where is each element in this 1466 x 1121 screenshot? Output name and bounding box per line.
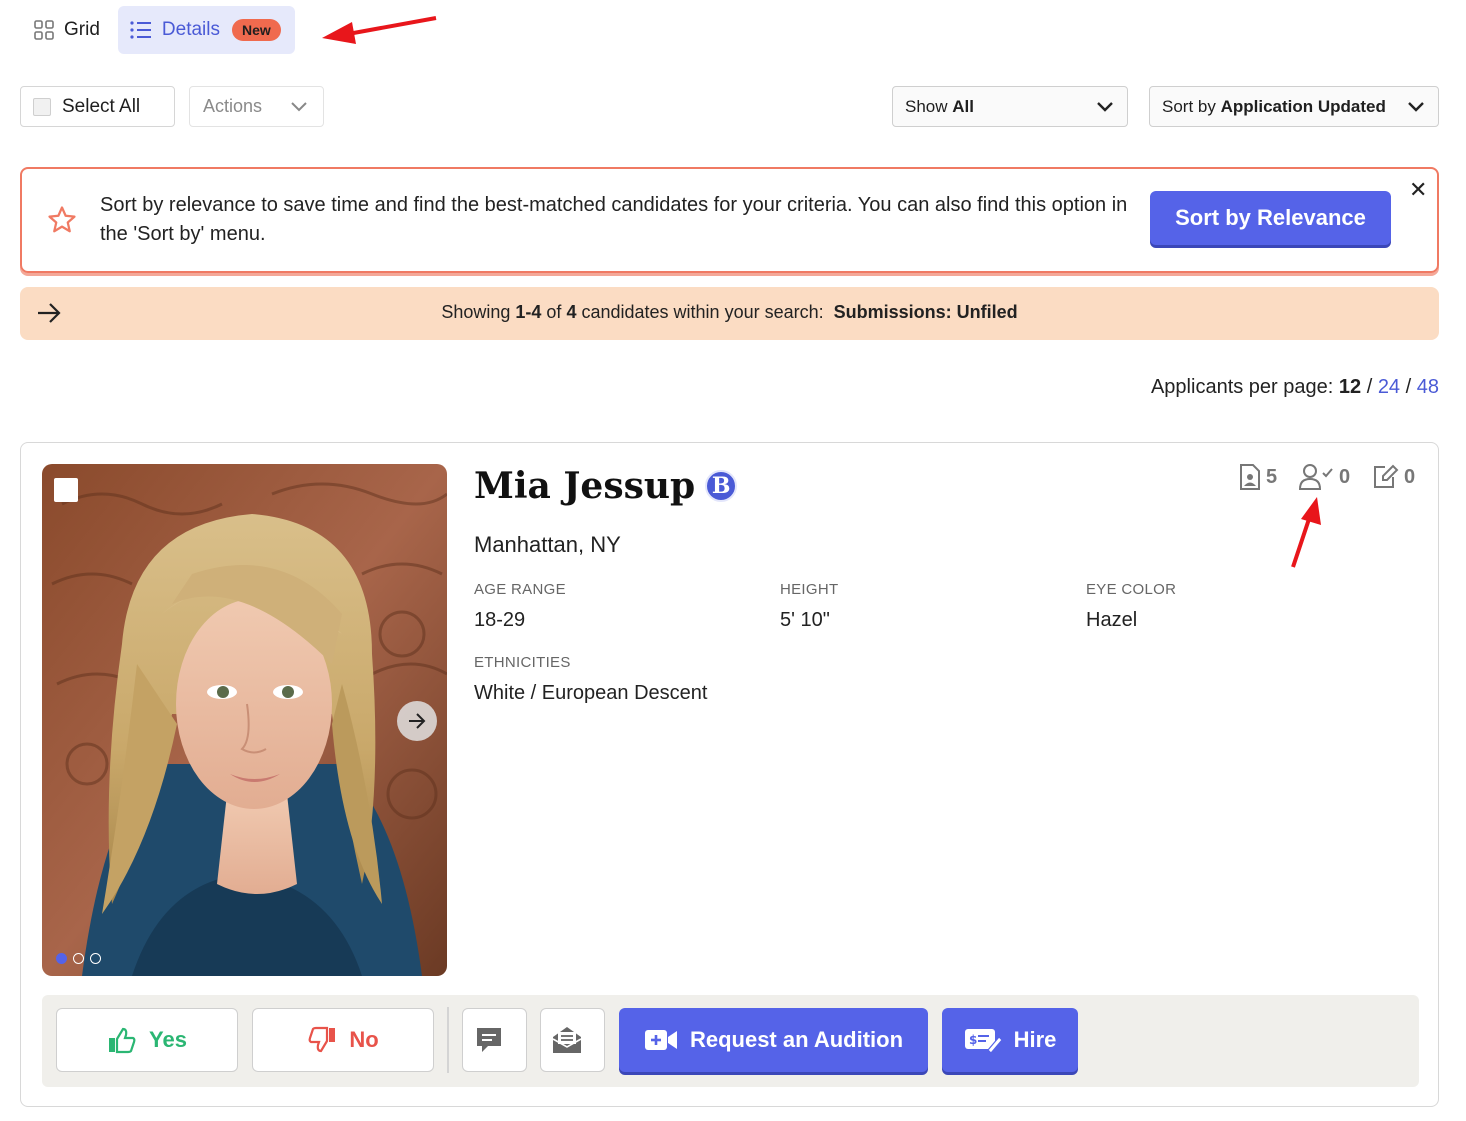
- reviewed-count-stat[interactable]: 0: [1298, 463, 1350, 491]
- candidate-name-row: Mia Jessup B: [474, 465, 738, 507]
- arrow-right-icon: [409, 713, 426, 729]
- photo-pagination: [56, 953, 101, 964]
- candidate-card: Mia Jessup B Manhattan, NY AGE RANGE 18-…: [20, 442, 1439, 1107]
- age-range-value: 18-29: [474, 609, 526, 631]
- eye-color-value: Hazel: [1086, 609, 1138, 631]
- relevance-message: Sort by relevance to save time and find …: [100, 194, 1128, 245]
- select-all-checkbox[interactable]: [33, 97, 51, 116]
- thumbs-up-icon: [109, 1027, 136, 1054]
- new-badge: New: [231, 19, 281, 41]
- chat-icon: [476, 1028, 501, 1052]
- candidate-action-bar: Yes No Request an Audition $ Hire: [42, 995, 1419, 1087]
- action-divider: [447, 1007, 449, 1073]
- notes-count-stat[interactable]: 0: [1371, 463, 1415, 491]
- results-summary: Showing 1-4 of 4 candidates within your …: [20, 287, 1439, 340]
- ethnicities-value: White / European Descent: [474, 682, 708, 704]
- per-page-24[interactable]: 24: [1378, 376, 1400, 398]
- sort-label: Sort by Application Updated: [1162, 96, 1386, 116]
- yes-button[interactable]: Yes: [56, 1008, 238, 1072]
- details-view-button[interactable]: Details New: [117, 6, 295, 54]
- ethnicities-label: ETHNICITIES: [474, 654, 571, 671]
- invite-button[interactable]: [540, 1008, 605, 1072]
- annotation-arrow-icon: [322, 16, 437, 44]
- grid-view-label: Grid: [64, 19, 100, 40]
- close-icon[interactable]: ✕: [1409, 177, 1427, 203]
- thumbs-down-icon: [308, 1026, 336, 1053]
- details-view-label: Details: [161, 19, 220, 40]
- hire-button[interactable]: $ Hire: [942, 1008, 1078, 1072]
- video-plus-icon: [644, 1030, 677, 1050]
- height-value: 5' 10": [780, 609, 830, 631]
- backstage-badge-icon: B: [705, 470, 738, 502]
- height-label: HEIGHT: [780, 581, 839, 598]
- request-audition-button[interactable]: Request an Audition: [619, 1008, 928, 1072]
- per-page-current: 12: [1338, 376, 1362, 398]
- sort-dropdown[interactable]: Sort by Application Updated: [1149, 86, 1439, 127]
- sort-by-relevance-button[interactable]: Sort by Relevance: [1150, 191, 1391, 245]
- results-filter: Submissions: Unfiled: [833, 302, 1018, 322]
- candidate-portrait: [42, 464, 447, 976]
- media-count-stat[interactable]: 5: [1239, 463, 1277, 491]
- svg-text:$: $: [969, 1033, 977, 1047]
- results-summary-text: Showing 1-4 of 4 candidates within your …: [441, 302, 1018, 322]
- per-page-selector: Applicants per page: 12 / 24 / 48: [1150, 376, 1439, 398]
- candidate-photo[interactable]: [42, 464, 447, 976]
- next-photo-button[interactable]: [397, 701, 437, 741]
- chevron-down-icon: [1097, 101, 1113, 112]
- no-button[interactable]: No: [252, 1008, 434, 1072]
- chevron-down-icon: [291, 101, 307, 111]
- show-filter-label: Show All: [905, 96, 974, 116]
- photo-dot[interactable]: [90, 953, 101, 964]
- list-icon: [130, 21, 151, 39]
- media-file-icon: [1240, 464, 1260, 490]
- actions-dropdown[interactable]: Actions: [189, 86, 324, 127]
- annotation-arrow-icon: [1291, 497, 1321, 568]
- grid-icon: [34, 20, 54, 40]
- view-toggle: Grid Details New: [24, 6, 295, 54]
- user-check-icon: [1298, 464, 1333, 490]
- candidate-select-checkbox[interactable]: [54, 478, 78, 502]
- actions-label: Actions: [203, 96, 263, 116]
- check-payment-icon: $: [964, 1029, 1002, 1054]
- grid-view-button[interactable]: Grid: [24, 6, 110, 54]
- age-range-label: AGE RANGE: [474, 581, 566, 598]
- photo-dot[interactable]: [56, 953, 67, 964]
- show-filter-dropdown[interactable]: Show All: [892, 86, 1128, 127]
- relevance-banner: Sort by relevance to save time and find …: [20, 167, 1439, 273]
- select-all-label: Select All: [62, 95, 141, 117]
- envelope-open-icon: [552, 1027, 581, 1053]
- candidate-location: Manhattan, NY: [474, 532, 621, 557]
- candidate-name[interactable]: Mia Jessup: [474, 465, 695, 507]
- message-button[interactable]: [462, 1008, 527, 1072]
- eye-color-label: EYE COLOR: [1086, 581, 1177, 598]
- photo-dot[interactable]: [73, 953, 84, 964]
- select-all-control[interactable]: Select All: [20, 86, 175, 127]
- star-icon: [48, 206, 76, 233]
- per-page-48[interactable]: 48: [1417, 376, 1439, 398]
- edit-note-icon: [1374, 464, 1399, 488]
- chevron-down-icon: [1408, 101, 1424, 112]
